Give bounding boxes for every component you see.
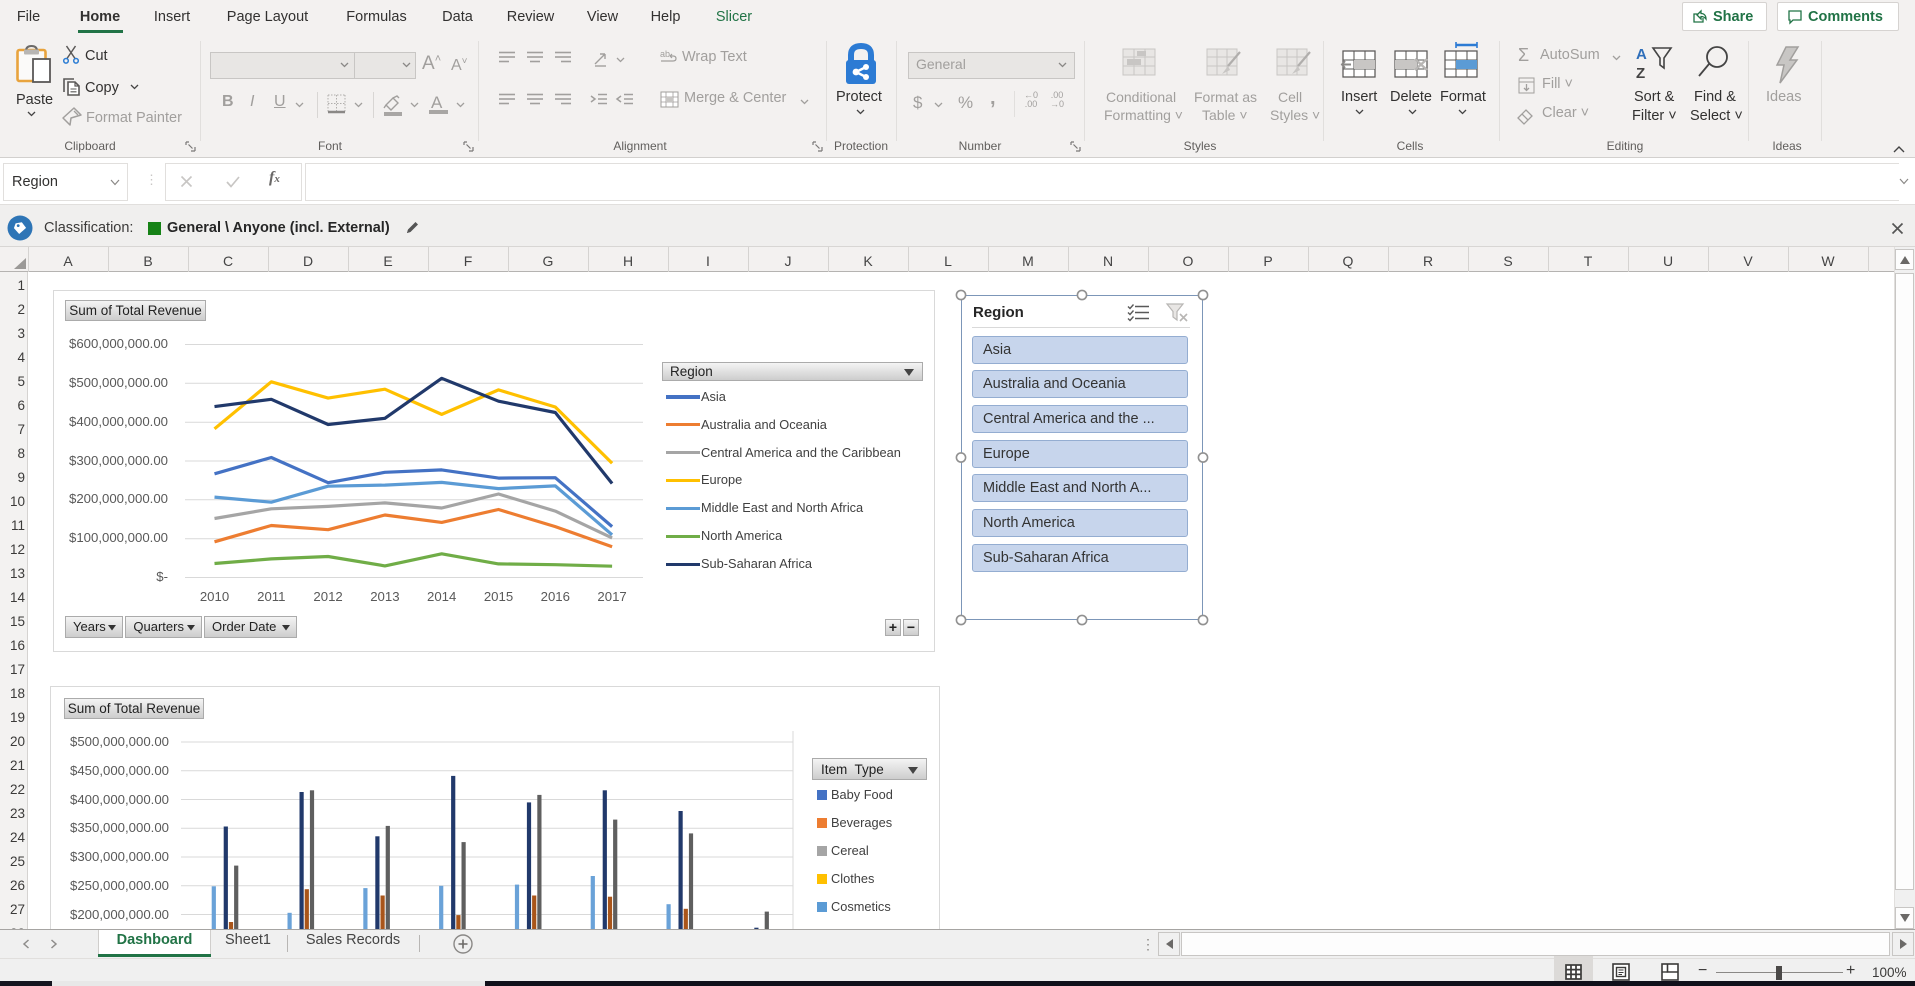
svg-text:ab: ab — [660, 49, 670, 59]
svg-text:Z: Z — [1636, 65, 1645, 82]
svg-text:A: A — [1636, 46, 1647, 63]
